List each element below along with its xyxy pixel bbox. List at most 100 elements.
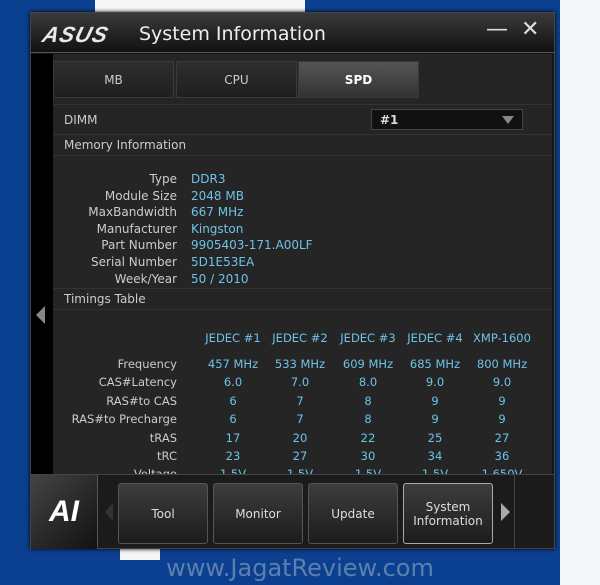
- timings-value: 34: [427, 449, 443, 463]
- memory-info-key: Manufacturer: [96, 221, 177, 236]
- timings-value: 7.0: [290, 375, 310, 390]
- tab-cpu[interactable]: CPU: [176, 61, 297, 98]
- timings-value: 9: [498, 412, 506, 427]
- timings-row: tRC 23 27 30 34 36: [53, 449, 552, 467]
- column-header: JEDEC #2: [272, 331, 328, 345]
- timings-row: RAS#to Precharge 6 7 8 9 9: [53, 412, 552, 430]
- timings-value: 9: [431, 393, 439, 408]
- nav-system-information-button[interactable]: System Information: [403, 483, 493, 544]
- memory-info-key: Part Number: [101, 238, 177, 253]
- collapse-left-arrow-icon[interactable]: [36, 306, 45, 324]
- timings-value: 9: [498, 393, 506, 408]
- timings-value: 27: [494, 430, 510, 445]
- tab-mb[interactable]: MB: [53, 61, 174, 98]
- timings-value: 36: [494, 449, 510, 463]
- memory-info-header: Memory Information: [53, 134, 552, 156]
- memory-info-value: 50 / 2010: [191, 271, 249, 286]
- system-information-window: ASUS System Information — ✕ MB CPU SPD D…: [30, 12, 555, 549]
- nav-update-button[interactable]: Update: [308, 483, 398, 544]
- memory-info-key: Week/Year: [114, 271, 177, 286]
- timings-row: tRAS 17 20 22 25 27: [53, 431, 552, 449]
- memory-info-value: 2048 MB: [191, 188, 244, 203]
- nav-monitor-button[interactable]: Monitor: [213, 483, 303, 544]
- timings-header: Timings Table: [53, 288, 552, 310]
- timings-value: 20: [292, 430, 308, 445]
- memory-info-value: Kingston: [191, 221, 244, 236]
- nav-tool-button[interactable]: Tool: [118, 483, 208, 544]
- memory-info-title: Memory Information: [64, 138, 187, 152]
- tab-spd[interactable]: SPD: [298, 61, 419, 98]
- timings-value: 800 MHz: [476, 357, 528, 371]
- column-header: JEDEC #4: [407, 331, 463, 345]
- timings-value: 609 MHz: [342, 357, 394, 371]
- timings-value: 8: [364, 393, 372, 408]
- timings-value: 8: [364, 412, 372, 427]
- timings-value: 685 MHz: [409, 357, 461, 371]
- watermark: www.JagatReview.com: [166, 554, 434, 582]
- left-strip: [31, 54, 53, 474]
- ai-suite-logo[interactable]: AI: [31, 475, 98, 549]
- window-title: System Information: [139, 23, 326, 45]
- timings-row: Frequency 457 MHz 533 MHz 609 MHz 685 MHz 800…: [53, 357, 552, 375]
- memory-info-row: Type DDR3: [53, 172, 552, 188]
- timings-value: 6.0: [223, 375, 243, 390]
- timings-value: 23: [225, 449, 241, 463]
- memory-info-key: Type: [149, 172, 177, 186]
- timings-value: 8.0: [358, 375, 378, 390]
- timings-value: 22: [360, 430, 376, 445]
- timings-value: 17: [225, 430, 241, 445]
- timings-column-headers: JEDEC #1 JEDEC #2 JEDEC #3 JEDEC #4 XMP-…: [53, 331, 552, 349]
- timings-key: Frequency: [117, 357, 177, 371]
- dimm-label: DIMM: [64, 113, 98, 127]
- timings-value: 533 MHz: [274, 357, 326, 371]
- memory-info-row: Week/Year 50 / 2010: [53, 272, 552, 288]
- memory-info-row: MaxBandwidth 667 MHz: [53, 205, 552, 221]
- asus-logo: ASUS: [39, 22, 112, 47]
- timings-value: 7: [296, 412, 304, 427]
- memory-info-value: DDR3: [191, 172, 226, 186]
- timings-value: 9: [431, 412, 439, 427]
- memory-info-row: Module Size 2048 MB: [53, 189, 552, 205]
- memory-info-key: Module Size: [104, 188, 177, 203]
- timings-value: 457 MHz: [207, 357, 259, 371]
- timings-row: CAS#Latency 6.0 7.0 8.0 9.0 9.0: [53, 375, 552, 393]
- column-header: JEDEC #3: [340, 331, 396, 345]
- memory-info-row: Serial Number 5D1E53EA: [53, 255, 552, 271]
- column-header: JEDEC #1: [205, 331, 261, 345]
- memory-info-value: 9905403-171.A00LF: [191, 238, 313, 253]
- memory-info-value: 667 MHz: [191, 205, 244, 220]
- dimm-value: #1: [380, 113, 399, 127]
- column-header: XMP-1600: [473, 331, 531, 345]
- scroll-right-arrow-icon[interactable]: [501, 503, 510, 521]
- timings-value: 27: [292, 449, 308, 463]
- timings-value: 25: [427, 430, 443, 445]
- timings-value: 9.0: [492, 375, 512, 390]
- close-button[interactable]: ✕: [521, 17, 539, 42]
- timings-value: 6: [229, 412, 237, 427]
- memory-info-row: Manufacturer Kingston: [53, 222, 552, 238]
- memory-info-row: Part Number 9905403-171.A00LF: [53, 238, 552, 254]
- minimize-button[interactable]: —: [486, 17, 508, 42]
- spd-panel: MB CPU SPD DIMM #1 Memory Information Ty…: [53, 54, 552, 481]
- title-bar: ASUS System Information — ✕: [31, 13, 554, 53]
- scroll-left-arrow-icon[interactable]: [105, 503, 113, 521]
- dimm-select[interactable]: #1: [371, 109, 523, 130]
- divider: [514, 475, 515, 549]
- memory-info-key: Serial Number: [91, 255, 177, 269]
- dimm-row: DIMM #1: [53, 104, 552, 134]
- chevron-down-icon: [502, 116, 514, 124]
- timings-key: tRAS: [149, 430, 177, 445]
- memory-info-value: 5D1E53EA: [191, 255, 255, 269]
- timings-value: 30: [360, 449, 376, 463]
- timings-value: 7: [296, 393, 304, 408]
- timings-value: 9.0: [425, 375, 445, 390]
- timings-key: RAS#to CAS: [106, 393, 177, 408]
- bottom-nav-bar: AI Tool Monitor Update System Informatio…: [31, 474, 554, 549]
- timings-value: 6: [229, 393, 237, 408]
- timings-key: CAS#Latency: [98, 375, 177, 390]
- timings-key: tRC: [157, 449, 177, 463]
- timings-key: RAS#to Precharge: [71, 412, 177, 427]
- timings-row: RAS#to CAS 6 7 8 9 9: [53, 394, 552, 412]
- timings-title: Timings Table: [64, 292, 146, 306]
- memory-info-key: MaxBandwidth: [88, 205, 177, 220]
